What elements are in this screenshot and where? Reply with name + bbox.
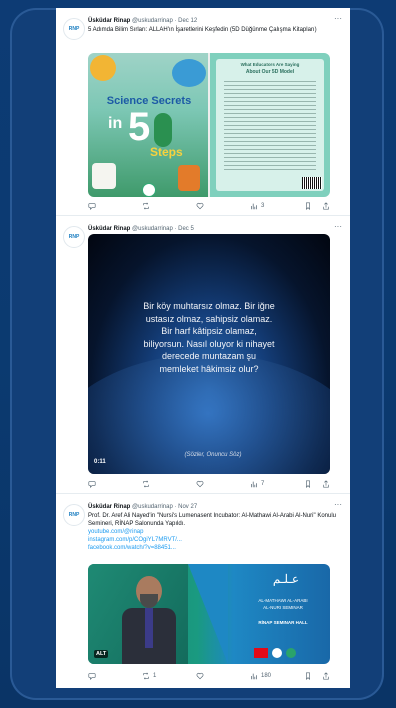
bookmark-button[interactable] [304,480,312,488]
tweet-text: Prof. Dr. Aref Ali Nayed'in "Nursi's Lum… [88,512,340,552]
like-button[interactable] [196,672,204,680]
back-title-2: About Our 5D Model [245,69,295,75]
more-options-icon[interactable]: ··· [334,500,342,509]
alt-badge[interactable]: ALT [94,650,109,658]
share-icon [323,202,329,210]
like-button[interactable] [196,202,204,210]
analytics-icon [251,481,257,488]
tweet-3[interactable]: RNP Üsküdar Rinap @uskudarrinap · Nov 27… [56,494,350,688]
heart-icon [196,203,204,210]
tweet-media[interactable]: عـلـم AL-MATHAWI AL-ARABI AL-NURI SEMINA… [88,564,330,664]
reply-button[interactable] [88,672,96,680]
cover-steps: Steps [150,145,183,159]
views-button[interactable]: 3 [250,202,264,210]
tweet-media[interactable]: Science Secrets in 5 Steps What Educator… [88,53,330,197]
video-signature: (Sözler, Onuncu Söz) [184,452,242,458]
bookmark-button[interactable] [304,202,312,210]
repost-icon [143,202,149,210]
tweet-date[interactable]: Dec 5 [178,226,194,232]
reply-button[interactable] [88,202,96,210]
tweet-2[interactable]: RNP Üsküdar Rinap @uskudarrinap · Dec 5 … [56,216,350,494]
repost-icon [143,480,149,488]
video-duration: 0:11 [94,459,106,465]
book-cover-back: What Educators Are Saying About Our 5D M… [210,53,330,197]
tweet-1[interactable]: RNP Üsküdar Rinap @uskudarrinap · Dec 12… [56,8,350,216]
more-options-icon[interactable]: ··· [334,14,342,23]
tweet-feed[interactable]: RNP Üsküdar Rinap @uskudarrinap · Dec 12… [56,8,350,688]
video-quote: Bir köy muhtarsız olmaz. Bir iğne ustası… [143,301,275,374]
tweet-actions: 3 [88,202,342,212]
tweet-header: Üsküdar Rinap @uskudarrinap · Dec 12 [88,18,198,24]
analytics-icon [251,203,257,210]
author-handle[interactable]: @uskudarrinap [132,18,173,24]
tweet-date[interactable]: Nov 27 [178,504,197,510]
tweet-actions: 7 [88,480,342,490]
views-button[interactable]: 7 [250,480,264,488]
banner-line-1: AL-MATHAWI AL-ARABI [258,598,308,603]
author-name[interactable]: Üsküdar Rinap [88,226,130,232]
views-count: 7 [261,481,265,487]
avatar[interactable]: RNP [63,504,85,526]
heart-icon [196,481,204,488]
tweet-body: Prof. Dr. Aref Ali Nayed'in "Nursi's Lum… [88,513,336,527]
repost-icon [143,672,149,680]
tweet-text: 5 Adımda Bilim Sırları: ALLAH'ın İşaretl… [88,27,317,33]
banner-line-3: RİNAP SEMINAR HALL [258,620,308,625]
share-button[interactable] [322,480,330,488]
cover-in: in [108,115,123,132]
tweet-date[interactable]: Dec 12 [178,18,197,24]
share-icon [323,480,329,488]
video-player[interactable]: Bir köy muhtarsız olmaz. Bir iğne ustası… [88,234,330,474]
link-youtube[interactable]: youtube.com/@rinap [88,528,340,536]
reply-icon [88,203,96,210]
avatar[interactable]: RNP [63,226,85,248]
author-name[interactable]: Üsküdar Rinap [88,18,130,24]
heart-icon [196,673,204,680]
bookmark-icon [306,672,310,680]
repost-button[interactable]: 1 [142,672,156,680]
tweet-header: Üsküdar Rinap @uskudarrinap · Dec 5 [88,226,194,232]
share-button[interactable] [322,202,330,210]
reply-icon [88,673,96,680]
repost-button[interactable] [142,202,150,210]
author-name[interactable]: Üsküdar Rinap [88,504,130,510]
author-handle[interactable]: @uskudarrinap [132,226,173,232]
book-cover-front: Science Secrets in 5 Steps [88,53,208,197]
back-title-1: What Educators Are Saying [240,62,300,67]
repost-button[interactable] [142,480,150,488]
tweet-actions: 1 180 [88,672,342,682]
author-handle[interactable]: @uskudarrinap [132,504,173,510]
reply-button[interactable] [88,480,96,488]
banner-line-2: AL-NURI SEMINAR [263,605,303,610]
analytics-icon [251,673,257,680]
reply-icon [88,481,96,488]
more-options-icon[interactable]: ··· [334,222,342,231]
views-count: 3 [261,203,265,209]
reposts-count: 1 [153,673,157,679]
link-facebook[interactable]: facebook.com/watch/?v=88451... [88,544,340,552]
bookmark-icon [306,202,310,210]
link-instagram[interactable]: instagram.com/p/COgiYL7MRVT/... [88,536,340,544]
views-button[interactable]: 180 [250,672,271,680]
bookmark-icon [306,480,310,488]
speaker-photo [118,576,180,664]
share-icon [323,672,329,680]
tweet-header: Üsküdar Rinap @uskudarrinap · Nov 27 [88,504,198,510]
like-button[interactable] [196,480,204,488]
views-count: 180 [261,673,272,679]
avatar[interactable]: RNP [63,18,85,40]
cover-five: 5 [128,105,151,149]
bookmark-button[interactable] [304,672,312,680]
share-button[interactable] [322,672,330,680]
